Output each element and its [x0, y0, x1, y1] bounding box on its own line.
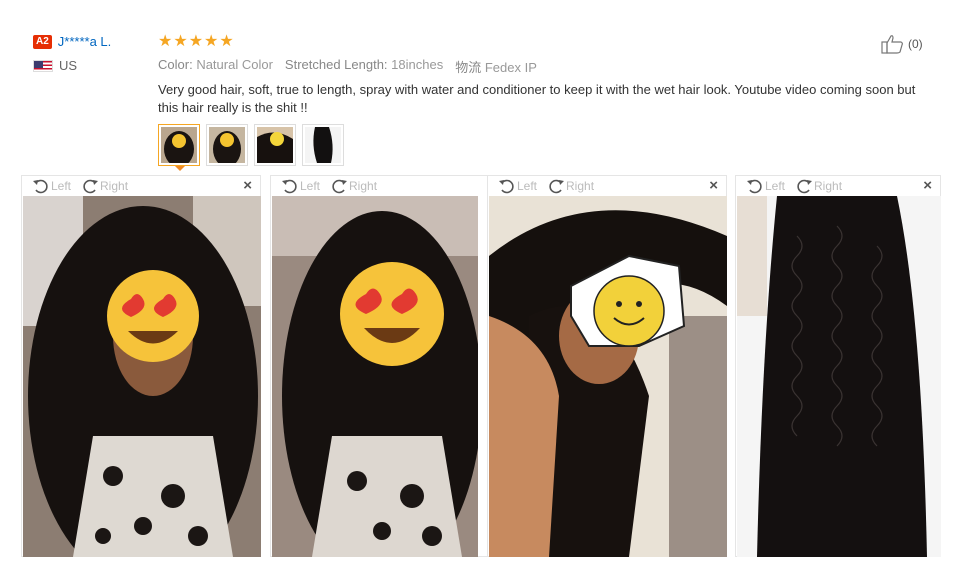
image-viewer: Left Right × — [270, 175, 510, 557]
rotate-right-button[interactable]: Right — [81, 177, 128, 195]
rotate-left-icon — [33, 179, 48, 194]
buyer-level-badge: A2 — [33, 34, 52, 49]
reviewer-info: A2 J*****a L. US — [33, 34, 153, 73]
attribute-shipping: 物流 Fedex IP — [455, 60, 537, 75]
review-photo — [489, 196, 727, 557]
rotate-left-button[interactable]: Left — [498, 177, 537, 195]
helpful-count: (0) — [908, 37, 923, 51]
star-icon: ★ — [219, 33, 234, 50]
helpful-button[interactable]: (0) — [881, 34, 923, 54]
viewer-toolbar: Left Right × — [22, 176, 260, 196]
rotate-left-button[interactable]: Left — [32, 177, 71, 195]
review-thumbnail[interactable] — [254, 124, 296, 166]
viewer-toolbar: Left Right × — [271, 176, 509, 196]
review-photo — [23, 196, 261, 557]
close-icon[interactable]: × — [709, 178, 718, 194]
star-icon: ★ — [158, 33, 173, 50]
rotate-left-button[interactable]: Left — [746, 177, 785, 195]
image-viewer: Left Right × — [735, 175, 941, 557]
attribute-color: Color: Natural Color — [158, 57, 273, 72]
review-text: Very good hair, soft, true to length, sp… — [158, 82, 916, 115]
review-photo — [272, 196, 478, 557]
rotate-left-icon — [499, 179, 514, 194]
star-icon: ★ — [188, 33, 204, 50]
rotate-right-button[interactable]: Right — [547, 177, 594, 195]
star-icon: ★ — [204, 33, 219, 50]
star-rating: ★ ★ ★ ★ ★ — [158, 34, 234, 50]
purchase-attributes: Color: Natural Color Stretched Length: 1… — [158, 57, 537, 76]
rotate-right-icon — [549, 179, 565, 194]
image-viewer: Left Right × — [21, 175, 261, 557]
close-icon[interactable]: × — [243, 178, 252, 194]
rotate-right-button[interactable]: Right — [795, 177, 842, 195]
review-thumbnail[interactable] — [158, 124, 200, 171]
image-viewer: Left Right × — [487, 175, 727, 557]
thumbs-up-icon — [881, 35, 903, 54]
reviewer-country: US — [59, 58, 78, 73]
rotate-right-icon — [332, 179, 348, 194]
viewer-toolbar: Left Right × — [736, 176, 940, 196]
reviewer-name[interactable]: J*****a L. — [58, 34, 111, 49]
active-thumbnail-pointer — [175, 166, 185, 171]
rotate-left-icon — [747, 179, 762, 194]
rotate-left-button[interactable]: Left — [281, 177, 320, 195]
review-thumbnail[interactable] — [302, 124, 344, 166]
rotate-left-icon — [282, 179, 297, 194]
review-thumbnails — [158, 124, 344, 171]
rotate-right-button[interactable]: Right — [330, 177, 377, 195]
rotate-right-icon — [797, 179, 813, 194]
star-icon: ★ — [173, 33, 188, 50]
rotate-right-icon — [83, 179, 99, 194]
review-photo — [737, 196, 941, 557]
viewer-toolbar: Left Right × — [488, 176, 726, 196]
attribute-length: Stretched Length: 18inches — [284, 57, 444, 72]
review-thumbnail[interactable] — [206, 124, 248, 167]
close-icon[interactable]: × — [923, 178, 932, 194]
flag-icon — [33, 59, 53, 72]
